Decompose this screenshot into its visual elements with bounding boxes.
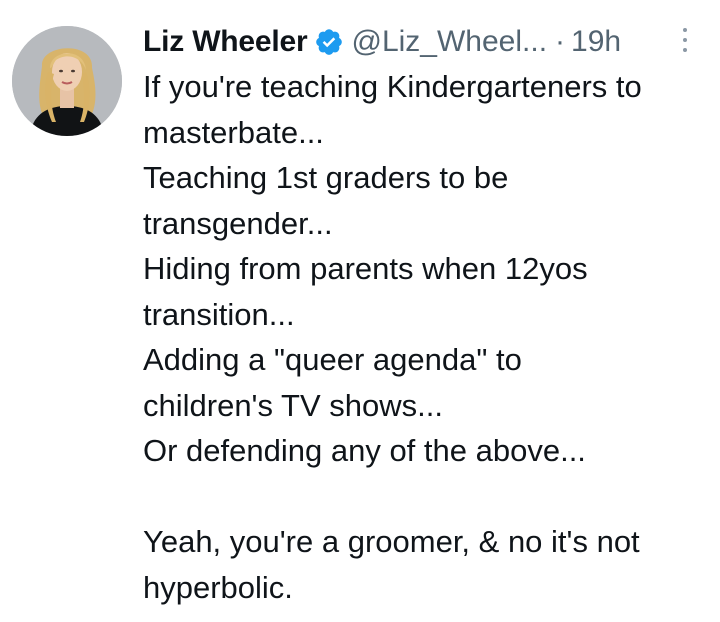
author-name[interactable]: Liz Wheeler	[143, 25, 308, 59]
tweet-line: Hiding from parents when 12yos	[143, 251, 588, 286]
more-vertical-icon[interactable]	[681, 28, 689, 56]
tweet-line: children's TV shows...	[143, 387, 443, 423]
avatar[interactable]	[12, 26, 122, 136]
tweet-text: If you're teaching Kindergarteners to ma…	[143, 64, 713, 610]
avatar-image	[12, 26, 122, 136]
tweet-line: Or defending any of the above...	[143, 433, 586, 468]
tweet-line: masterbate...	[143, 114, 324, 150]
tweet-line: If you're teaching Kindergarteners to	[143, 69, 642, 104]
tweet-line: hyperbolic.	[143, 569, 293, 605]
tweet-header: Liz Wheeler @Liz_Wheel... · 19h	[143, 22, 621, 62]
author-handle[interactable]: @Liz_Wheel...	[352, 25, 548, 59]
tweet-line: Teaching 1st graders to be	[143, 160, 509, 195]
tweet-timestamp[interactable]: 19h	[571, 25, 621, 59]
separator-dot: ·	[555, 25, 566, 58]
tweet-line: transition...	[143, 296, 295, 332]
tweet: Liz Wheeler @Liz_Wheel... · 19h If you'r…	[0, 0, 720, 622]
tweet-line: transgender...	[143, 205, 333, 241]
tweet-line: Yeah, you're a groomer, & no it's not	[143, 524, 640, 559]
paragraph-break	[143, 474, 713, 520]
tweet-line: Adding a "queer agenda" to	[143, 342, 522, 377]
verified-badge-icon	[314, 27, 344, 57]
